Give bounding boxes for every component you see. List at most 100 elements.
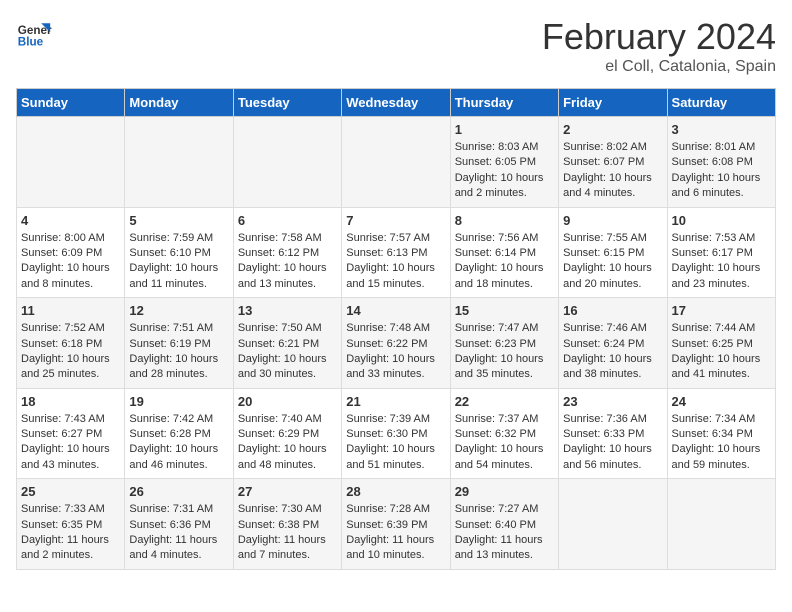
day-number: 16 xyxy=(563,303,662,318)
calendar-title: February 2024 xyxy=(542,16,776,58)
day-number: 10 xyxy=(672,213,771,228)
week-row-2: 4 Sunrise: 8:00 AM Sunset: 6:09 PM Daylig… xyxy=(17,207,776,298)
calendar-cell: 16 Sunrise: 7:46 AM Sunset: 6:24 PM Dayli… xyxy=(559,298,667,389)
day-number: 5 xyxy=(129,213,228,228)
day-info: Sunrise: 7:56 AM Sunset: 6:14 PM Dayligh… xyxy=(455,231,554,293)
day-number: 29 xyxy=(455,484,554,499)
calendar-cell xyxy=(559,479,667,570)
day-number: 18 xyxy=(21,394,120,409)
day-number: 2 xyxy=(563,122,662,137)
calendar-cell xyxy=(125,117,233,208)
day-number: 14 xyxy=(346,303,445,318)
day-info: Sunrise: 7:27 AM Sunset: 6:40 PM Dayligh… xyxy=(455,502,554,564)
calendar-cell: 13Sunrise: 7:50 AM Sunset: 6:21 PM Dayli… xyxy=(233,298,341,389)
day-number: 8 xyxy=(455,213,554,228)
calendar-cell: 22 Sunrise: 7:37 AM Sunset: 6:32 PM Dayli… xyxy=(450,388,558,479)
calendar-table: SundayMondayTuesdayWednesdayThursdayFrid… xyxy=(16,88,776,570)
calendar-cell xyxy=(342,117,450,208)
calendar-subtitle: el Coll, Catalonia, Spain xyxy=(542,58,776,76)
logo: General Blue xyxy=(16,16,52,52)
day-number: 23 xyxy=(563,394,662,409)
calendar-cell: 7 Sunrise: 7:57 AM Sunset: 6:13 PM Daylig… xyxy=(342,207,450,298)
day-info: Sunrise: 8:02 AM Sunset: 6:07 PM Dayligh… xyxy=(563,140,662,202)
svg-text:Blue: Blue xyxy=(18,36,44,49)
calendar-cell: 28 Sunrise: 7:28 AM Sunset: 6:39 PM Dayli… xyxy=(342,479,450,570)
day-info: Sunrise: 7:51 AM Sunset: 6:19 PM Dayligh… xyxy=(129,321,228,383)
day-info: Sunrise: 7:34 AM Sunset: 6:34 PM Dayligh… xyxy=(672,412,771,474)
day-info: Sunrise: 7:59 AM Sunset: 6:10 PM Dayligh… xyxy=(129,231,228,293)
calendar-cell: 1Sunrise: 8:03 AM Sunset: 6:05 PM Daylig… xyxy=(450,117,558,208)
day-info: Sunrise: 7:40 AM Sunset: 6:29 PM Dayligh… xyxy=(238,412,337,474)
day-info: Sunrise: 7:44 AM Sunset: 6:25 PM Dayligh… xyxy=(672,321,771,383)
calendar-cell: 6 Sunrise: 7:58 AM Sunset: 6:12 PM Daylig… xyxy=(233,207,341,298)
header-monday: Monday xyxy=(125,89,233,117)
day-number: 12 xyxy=(129,303,228,318)
header-tuesday: Tuesday xyxy=(233,89,341,117)
day-info: Sunrise: 7:55 AM Sunset: 6:15 PM Dayligh… xyxy=(563,231,662,293)
day-info: Sunrise: 7:47 AM Sunset: 6:23 PM Dayligh… xyxy=(455,321,554,383)
day-info: Sunrise: 7:48 AM Sunset: 6:22 PM Dayligh… xyxy=(346,321,445,383)
calendar-cell: 29 Sunrise: 7:27 AM Sunset: 6:40 PM Dayli… xyxy=(450,479,558,570)
logo-icon: General Blue xyxy=(16,16,52,52)
calendar-cell: 18 Sunrise: 7:43 AM Sunset: 6:27 PM Dayli… xyxy=(17,388,125,479)
day-number: 9 xyxy=(563,213,662,228)
day-number: 28 xyxy=(346,484,445,499)
day-number: 1 xyxy=(455,122,554,137)
day-number: 15 xyxy=(455,303,554,318)
day-info: Sunrise: 7:28 AM Sunset: 6:39 PM Dayligh… xyxy=(346,502,445,564)
header-thursday: Thursday xyxy=(450,89,558,117)
day-info: Sunrise: 7:37 AM Sunset: 6:32 PM Dayligh… xyxy=(455,412,554,474)
calendar-cell: 21 Sunrise: 7:39 AM Sunset: 6:30 PM Dayli… xyxy=(342,388,450,479)
day-number: 6 xyxy=(238,213,337,228)
calendar-cell xyxy=(233,117,341,208)
weekday-header-row: SundayMondayTuesdayWednesdayThursdayFrid… xyxy=(17,89,776,117)
day-info: Sunrise: 8:01 AM Sunset: 6:08 PM Dayligh… xyxy=(672,140,771,202)
page-header: General Blue February 2024 el Coll, Cata… xyxy=(16,16,776,76)
day-number: 22 xyxy=(455,394,554,409)
day-number: 13 xyxy=(238,303,337,318)
day-info: Sunrise: 7:57 AM Sunset: 6:13 PM Dayligh… xyxy=(346,231,445,293)
calendar-cell xyxy=(17,117,125,208)
day-info: Sunrise: 7:42 AM Sunset: 6:28 PM Dayligh… xyxy=(129,412,228,474)
calendar-cell xyxy=(667,479,775,570)
day-info: Sunrise: 8:00 AM Sunset: 6:09 PM Dayligh… xyxy=(21,231,120,293)
day-number: 21 xyxy=(346,394,445,409)
day-number: 24 xyxy=(672,394,771,409)
day-number: 20 xyxy=(238,394,337,409)
header-saturday: Saturday xyxy=(667,89,775,117)
calendar-cell: 26Sunrise: 7:31 AM Sunset: 6:36 PM Dayli… xyxy=(125,479,233,570)
day-number: 4 xyxy=(21,213,120,228)
day-number: 3 xyxy=(672,122,771,137)
day-info: Sunrise: 7:39 AM Sunset: 6:30 PM Dayligh… xyxy=(346,412,445,474)
calendar-cell: 2 Sunrise: 8:02 AM Sunset: 6:07 PM Daylig… xyxy=(559,117,667,208)
header-friday: Friday xyxy=(559,89,667,117)
calendar-cell: 20 Sunrise: 7:40 AM Sunset: 6:29 PM Dayli… xyxy=(233,388,341,479)
day-info: Sunrise: 7:53 AM Sunset: 6:17 PM Dayligh… xyxy=(672,231,771,293)
week-row-1: 1Sunrise: 8:03 AM Sunset: 6:05 PM Daylig… xyxy=(17,117,776,208)
week-row-3: 11Sunrise: 7:52 AM Sunset: 6:18 PM Dayli… xyxy=(17,298,776,389)
calendar-cell: 19Sunrise: 7:42 AM Sunset: 6:28 PM Dayli… xyxy=(125,388,233,479)
week-row-4: 18 Sunrise: 7:43 AM Sunset: 6:27 PM Dayli… xyxy=(17,388,776,479)
day-number: 7 xyxy=(346,213,445,228)
day-number: 25 xyxy=(21,484,120,499)
day-info: Sunrise: 7:43 AM Sunset: 6:27 PM Dayligh… xyxy=(21,412,120,474)
calendar-cell: 17 Sunrise: 7:44 AM Sunset: 6:25 PM Dayli… xyxy=(667,298,775,389)
day-info: Sunrise: 7:46 AM Sunset: 6:24 PM Dayligh… xyxy=(563,321,662,383)
day-number: 27 xyxy=(238,484,337,499)
calendar-cell: 12 Sunrise: 7:51 AM Sunset: 6:19 PM Dayli… xyxy=(125,298,233,389)
header-wednesday: Wednesday xyxy=(342,89,450,117)
calendar-cell: 15 Sunrise: 7:47 AM Sunset: 6:23 PM Dayli… xyxy=(450,298,558,389)
calendar-cell: 14 Sunrise: 7:48 AM Sunset: 6:22 PM Dayli… xyxy=(342,298,450,389)
calendar-cell: 3 Sunrise: 8:01 AM Sunset: 6:08 PM Daylig… xyxy=(667,117,775,208)
week-row-5: 25 Sunrise: 7:33 AM Sunset: 6:35 PM Dayli… xyxy=(17,479,776,570)
day-info: Sunrise: 7:58 AM Sunset: 6:12 PM Dayligh… xyxy=(238,231,337,293)
day-number: 17 xyxy=(672,303,771,318)
calendar-cell: 11Sunrise: 7:52 AM Sunset: 6:18 PM Dayli… xyxy=(17,298,125,389)
calendar-cell: 5 Sunrise: 7:59 AM Sunset: 6:10 PM Daylig… xyxy=(125,207,233,298)
calendar-cell: 8 Sunrise: 7:56 AM Sunset: 6:14 PM Daylig… xyxy=(450,207,558,298)
day-info: Sunrise: 7:33 AM Sunset: 6:35 PM Dayligh… xyxy=(21,502,120,564)
day-number: 26 xyxy=(129,484,228,499)
calendar-cell: 4 Sunrise: 8:00 AM Sunset: 6:09 PM Daylig… xyxy=(17,207,125,298)
calendar-cell: 9 Sunrise: 7:55 AM Sunset: 6:15 PM Daylig… xyxy=(559,207,667,298)
day-number: 11 xyxy=(21,303,120,318)
